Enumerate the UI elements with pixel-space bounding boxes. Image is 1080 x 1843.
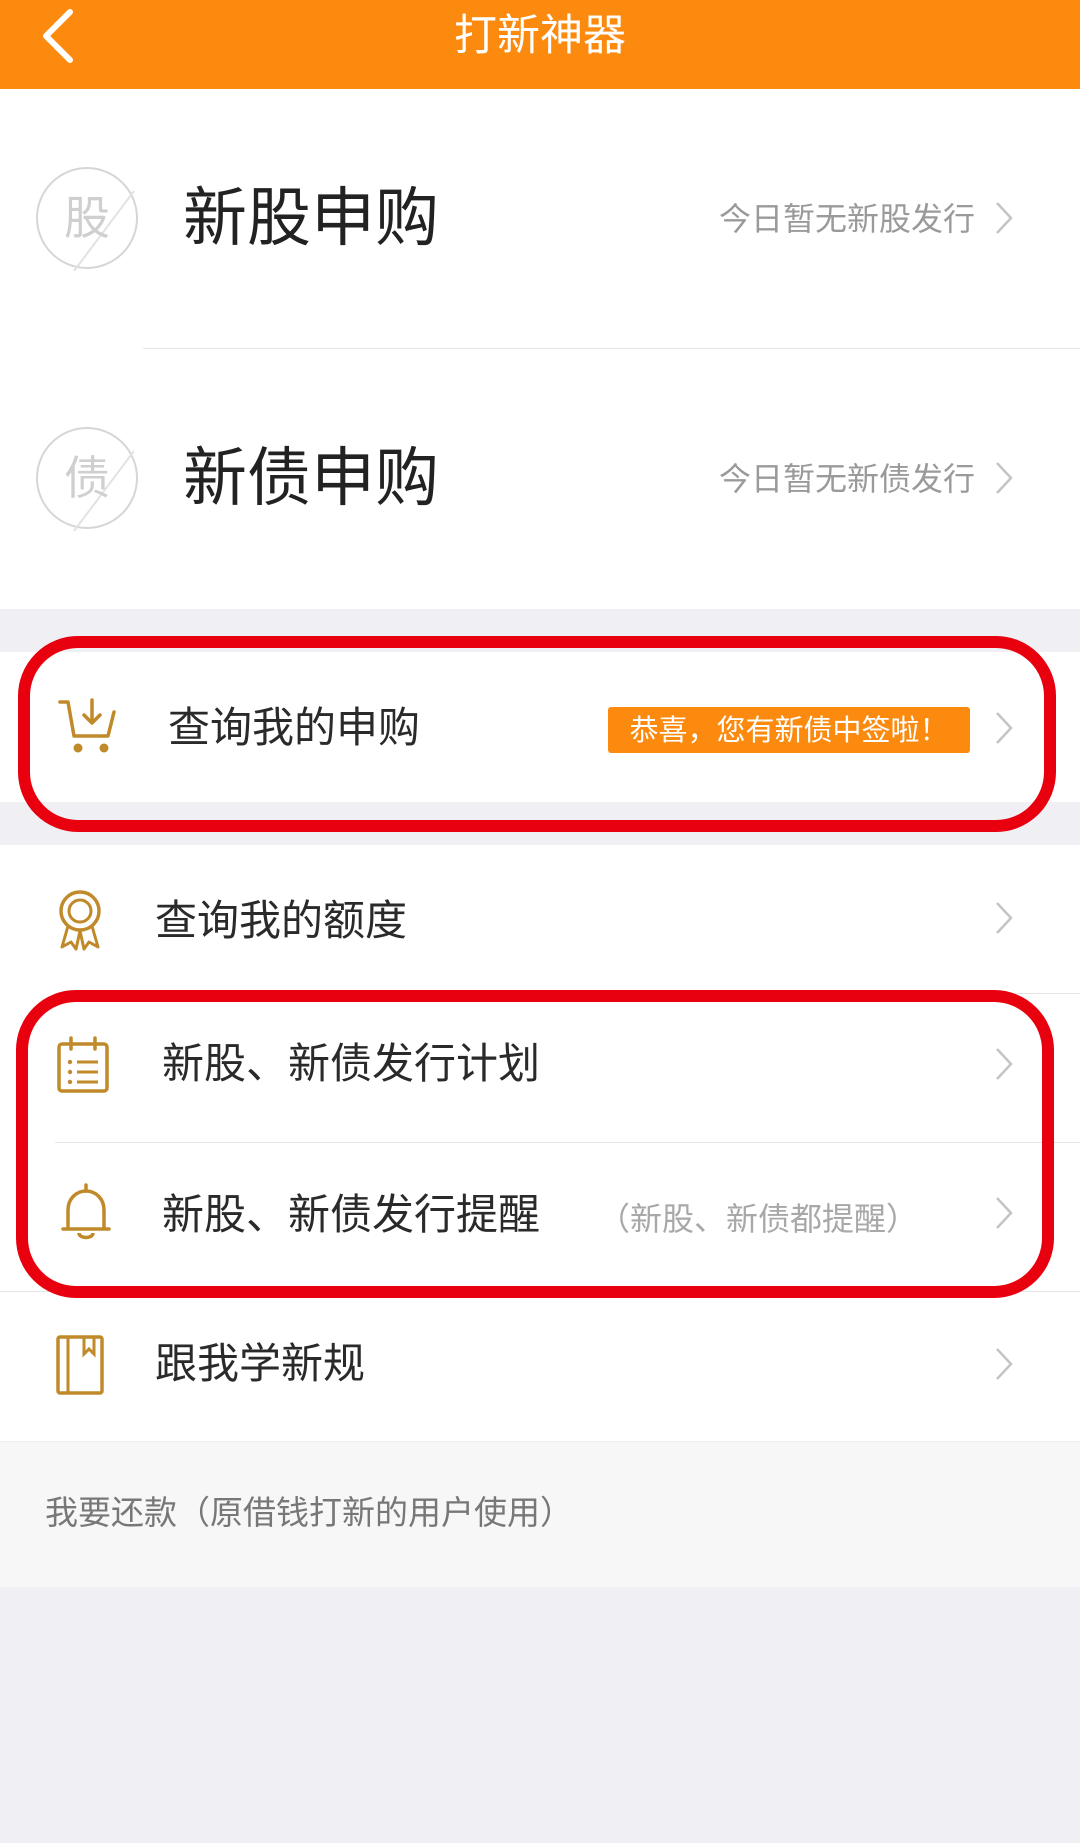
seal-label: 债 [64, 451, 110, 505]
repay-label: 我要还款（原借钱打新的用户使用） [45, 1493, 573, 1532]
subscribe-status: 今日暂无新股发行 [718, 200, 975, 238]
chevron-right-icon [996, 1197, 1013, 1229]
subscribe-title: 新股申购 [183, 182, 439, 256]
query-subscription-row[interactable]: 查询我的申购 恭喜，您有新债中签啦！ [0, 652, 1080, 802]
menu-label: 新股、新债发行计划 [162, 1039, 541, 1088]
menu-label: 跟我学新规 [155, 1339, 366, 1388]
winning-badge: 恭喜，您有新债中签啦！ [608, 707, 970, 753]
cart-download-icon [58, 698, 116, 753]
app-header: 打新神器 [0, 0, 1080, 89]
calendar-list-icon [57, 1036, 109, 1093]
query-subscription-label: 查询我的申购 [168, 703, 421, 752]
menu-label: 查询我的额度 [155, 896, 408, 945]
notebook-icon [56, 1335, 104, 1395]
chevron-right-icon [996, 1048, 1013, 1080]
chevron-right-icon [996, 1348, 1013, 1380]
menu-label: 新股、新债发行提醒 [162, 1190, 541, 1239]
query-quota-row[interactable]: 查询我的额度 [0, 845, 1080, 993]
page: 打新神器 股 新股申购 今日暂无新股发行 债 新债申购 今日暂无新债发行 查询我… [0, 0, 1080, 1843]
chevron-right-icon [996, 712, 1013, 744]
issue-reminder-row[interactable]: 新股、新债发行提醒 （新股、新债都提醒） [0, 1143, 1080, 1291]
seal-label: 股 [64, 191, 110, 245]
award-ribbon-icon [59, 890, 101, 951]
subscribe-title: 新债申购 [183, 442, 439, 516]
chevron-right-icon [996, 462, 1013, 494]
subscribe-status: 今日暂无新债发行 [718, 460, 975, 498]
bell-icon [61, 1183, 111, 1240]
stock-seal-icon: 股 [34, 165, 140, 272]
learn-rules-row[interactable]: 跟我学新规 [0, 1292, 1080, 1440]
chevron-right-icon [996, 902, 1013, 934]
bond-seal-icon: 债 [34, 425, 140, 532]
menu-section: 查询我的额度 新股、新债发行计划 新股、新债发行提醒 （新股、新债都提醒） 跟我… [0, 845, 1080, 1441]
repay-row[interactable]: 我要还款（原借钱打新的用户使用） [0, 1442, 1080, 1587]
menu-note: （新股、新债都提醒） [598, 1200, 919, 1238]
page-title: 打新神器 [454, 11, 626, 61]
subscribe-row-bond[interactable]: 债 新债申购 今日暂无新债发行 [0, 349, 1080, 608]
subscribe-row-stock[interactable]: 股 新股申购 今日暂无新股发行 [0, 89, 1080, 348]
issue-plan-row[interactable]: 新股、新债发行计划 [0, 994, 1080, 1142]
chevron-right-icon [996, 202, 1013, 234]
subscribe-section: 股 新股申购 今日暂无新股发行 债 新债申购 今日暂无新债发行 [0, 89, 1080, 609]
